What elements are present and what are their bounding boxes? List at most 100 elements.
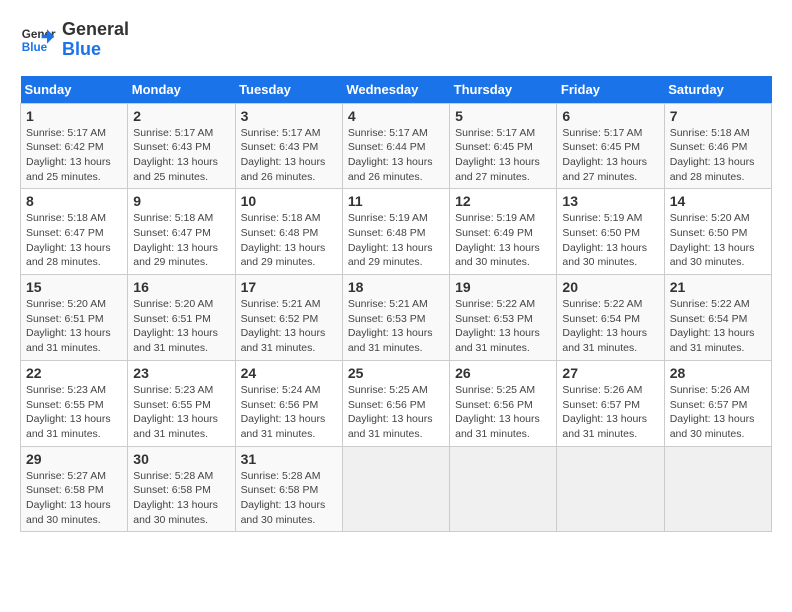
page-header: General Blue General Blue [20, 20, 772, 60]
day-info: Sunrise: 5:18 AMSunset: 6:46 PMDaylight:… [670, 126, 766, 185]
calendar-cell: 5 Sunrise: 5:17 AMSunset: 6:45 PMDayligh… [450, 103, 557, 189]
calendar-cell: 24 Sunrise: 5:24 AMSunset: 6:56 PMDaylig… [235, 360, 342, 446]
day-info: Sunrise: 5:23 AMSunset: 6:55 PMDaylight:… [133, 383, 229, 442]
calendar-cell: 29 Sunrise: 5:27 AMSunset: 6:58 PMDaylig… [21, 446, 128, 532]
calendar-cell: 8 Sunrise: 5:18 AMSunset: 6:47 PMDayligh… [21, 189, 128, 275]
day-info: Sunrise: 5:27 AMSunset: 6:58 PMDaylight:… [26, 469, 122, 528]
calendar-cell: 19 Sunrise: 5:22 AMSunset: 6:53 PMDaylig… [450, 275, 557, 361]
calendar-cell: 13 Sunrise: 5:19 AMSunset: 6:50 PMDaylig… [557, 189, 664, 275]
day-number: 18 [348, 279, 444, 295]
day-number: 28 [670, 365, 766, 381]
calendar-cell: 22 Sunrise: 5:23 AMSunset: 6:55 PMDaylig… [21, 360, 128, 446]
calendar-cell: 4 Sunrise: 5:17 AMSunset: 6:44 PMDayligh… [342, 103, 449, 189]
calendar-cell: 30 Sunrise: 5:28 AMSunset: 6:58 PMDaylig… [128, 446, 235, 532]
week-row-5: 29 Sunrise: 5:27 AMSunset: 6:58 PMDaylig… [21, 446, 772, 532]
day-number: 7 [670, 108, 766, 124]
day-info: Sunrise: 5:17 AMSunset: 6:45 PMDaylight:… [455, 126, 551, 185]
day-info: Sunrise: 5:17 AMSunset: 6:43 PMDaylight:… [241, 126, 337, 185]
day-number: 17 [241, 279, 337, 295]
day-info: Sunrise: 5:20 AMSunset: 6:51 PMDaylight:… [133, 297, 229, 356]
day-info: Sunrise: 5:17 AMSunset: 6:43 PMDaylight:… [133, 126, 229, 185]
day-number: 24 [241, 365, 337, 381]
day-number: 12 [455, 193, 551, 209]
day-info: Sunrise: 5:22 AMSunset: 6:54 PMDaylight:… [562, 297, 658, 356]
calendar-cell: 10 Sunrise: 5:18 AMSunset: 6:48 PMDaylig… [235, 189, 342, 275]
calendar-cell: 20 Sunrise: 5:22 AMSunset: 6:54 PMDaylig… [557, 275, 664, 361]
calendar-cell: 17 Sunrise: 5:21 AMSunset: 6:52 PMDaylig… [235, 275, 342, 361]
day-info: Sunrise: 5:21 AMSunset: 6:53 PMDaylight:… [348, 297, 444, 356]
day-info: Sunrise: 5:18 AMSunset: 6:48 PMDaylight:… [241, 211, 337, 270]
calendar-cell: 26 Sunrise: 5:25 AMSunset: 6:56 PMDaylig… [450, 360, 557, 446]
dow-header-sunday: Sunday [21, 76, 128, 104]
day-number: 9 [133, 193, 229, 209]
day-number: 29 [26, 451, 122, 467]
day-info: Sunrise: 5:22 AMSunset: 6:53 PMDaylight:… [455, 297, 551, 356]
calendar-cell: 14 Sunrise: 5:20 AMSunset: 6:50 PMDaylig… [664, 189, 771, 275]
dow-header-saturday: Saturday [664, 76, 771, 104]
day-number: 27 [562, 365, 658, 381]
dow-header-wednesday: Wednesday [342, 76, 449, 104]
day-info: Sunrise: 5:21 AMSunset: 6:52 PMDaylight:… [241, 297, 337, 356]
logo-icon: General Blue [20, 22, 56, 58]
day-number: 2 [133, 108, 229, 124]
calendar-cell: 2 Sunrise: 5:17 AMSunset: 6:43 PMDayligh… [128, 103, 235, 189]
calendar-cell: 3 Sunrise: 5:17 AMSunset: 6:43 PMDayligh… [235, 103, 342, 189]
calendar-cell [557, 446, 664, 532]
day-info: Sunrise: 5:25 AMSunset: 6:56 PMDaylight:… [348, 383, 444, 442]
day-info: Sunrise: 5:18 AMSunset: 6:47 PMDaylight:… [26, 211, 122, 270]
day-number: 11 [348, 193, 444, 209]
logo-text: General Blue [62, 20, 129, 60]
day-info: Sunrise: 5:22 AMSunset: 6:54 PMDaylight:… [670, 297, 766, 356]
calendar-cell [664, 446, 771, 532]
calendar-cell: 1 Sunrise: 5:17 AMSunset: 6:42 PMDayligh… [21, 103, 128, 189]
week-row-1: 1 Sunrise: 5:17 AMSunset: 6:42 PMDayligh… [21, 103, 772, 189]
day-number: 13 [562, 193, 658, 209]
day-info: Sunrise: 5:18 AMSunset: 6:47 PMDaylight:… [133, 211, 229, 270]
day-number: 3 [241, 108, 337, 124]
day-info: Sunrise: 5:17 AMSunset: 6:44 PMDaylight:… [348, 126, 444, 185]
day-number: 22 [26, 365, 122, 381]
day-number: 1 [26, 108, 122, 124]
day-number: 14 [670, 193, 766, 209]
calendar-cell: 28 Sunrise: 5:26 AMSunset: 6:57 PMDaylig… [664, 360, 771, 446]
dow-header-tuesday: Tuesday [235, 76, 342, 104]
calendar-cell: 7 Sunrise: 5:18 AMSunset: 6:46 PMDayligh… [664, 103, 771, 189]
calendar-cell: 31 Sunrise: 5:28 AMSunset: 6:58 PMDaylig… [235, 446, 342, 532]
day-number: 31 [241, 451, 337, 467]
logo: General Blue General Blue [20, 20, 129, 60]
day-info: Sunrise: 5:26 AMSunset: 6:57 PMDaylight:… [562, 383, 658, 442]
calendar-cell: 15 Sunrise: 5:20 AMSunset: 6:51 PMDaylig… [21, 275, 128, 361]
day-info: Sunrise: 5:20 AMSunset: 6:50 PMDaylight:… [670, 211, 766, 270]
calendar-cell [342, 446, 449, 532]
day-info: Sunrise: 5:17 AMSunset: 6:45 PMDaylight:… [562, 126, 658, 185]
dow-header-monday: Monday [128, 76, 235, 104]
day-number: 10 [241, 193, 337, 209]
calendar-table: SundayMondayTuesdayWednesdayThursdayFrid… [20, 76, 772, 533]
dow-header-thursday: Thursday [450, 76, 557, 104]
week-row-4: 22 Sunrise: 5:23 AMSunset: 6:55 PMDaylig… [21, 360, 772, 446]
week-row-3: 15 Sunrise: 5:20 AMSunset: 6:51 PMDaylig… [21, 275, 772, 361]
calendar-cell: 18 Sunrise: 5:21 AMSunset: 6:53 PMDaylig… [342, 275, 449, 361]
calendar-cell: 27 Sunrise: 5:26 AMSunset: 6:57 PMDaylig… [557, 360, 664, 446]
day-info: Sunrise: 5:19 AMSunset: 6:50 PMDaylight:… [562, 211, 658, 270]
day-number: 19 [455, 279, 551, 295]
calendar-cell: 6 Sunrise: 5:17 AMSunset: 6:45 PMDayligh… [557, 103, 664, 189]
day-number: 8 [26, 193, 122, 209]
day-number: 26 [455, 365, 551, 381]
day-number: 16 [133, 279, 229, 295]
day-info: Sunrise: 5:26 AMSunset: 6:57 PMDaylight:… [670, 383, 766, 442]
day-info: Sunrise: 5:20 AMSunset: 6:51 PMDaylight:… [26, 297, 122, 356]
day-info: Sunrise: 5:19 AMSunset: 6:48 PMDaylight:… [348, 211, 444, 270]
day-info: Sunrise: 5:25 AMSunset: 6:56 PMDaylight:… [455, 383, 551, 442]
calendar-cell: 16 Sunrise: 5:20 AMSunset: 6:51 PMDaylig… [128, 275, 235, 361]
day-info: Sunrise: 5:28 AMSunset: 6:58 PMDaylight:… [241, 469, 337, 528]
day-info: Sunrise: 5:17 AMSunset: 6:42 PMDaylight:… [26, 126, 122, 185]
week-row-2: 8 Sunrise: 5:18 AMSunset: 6:47 PMDayligh… [21, 189, 772, 275]
calendar-cell: 9 Sunrise: 5:18 AMSunset: 6:47 PMDayligh… [128, 189, 235, 275]
day-number: 6 [562, 108, 658, 124]
day-info: Sunrise: 5:23 AMSunset: 6:55 PMDaylight:… [26, 383, 122, 442]
calendar-cell: 23 Sunrise: 5:23 AMSunset: 6:55 PMDaylig… [128, 360, 235, 446]
day-info: Sunrise: 5:28 AMSunset: 6:58 PMDaylight:… [133, 469, 229, 528]
calendar-cell: 12 Sunrise: 5:19 AMSunset: 6:49 PMDaylig… [450, 189, 557, 275]
day-info: Sunrise: 5:19 AMSunset: 6:49 PMDaylight:… [455, 211, 551, 270]
